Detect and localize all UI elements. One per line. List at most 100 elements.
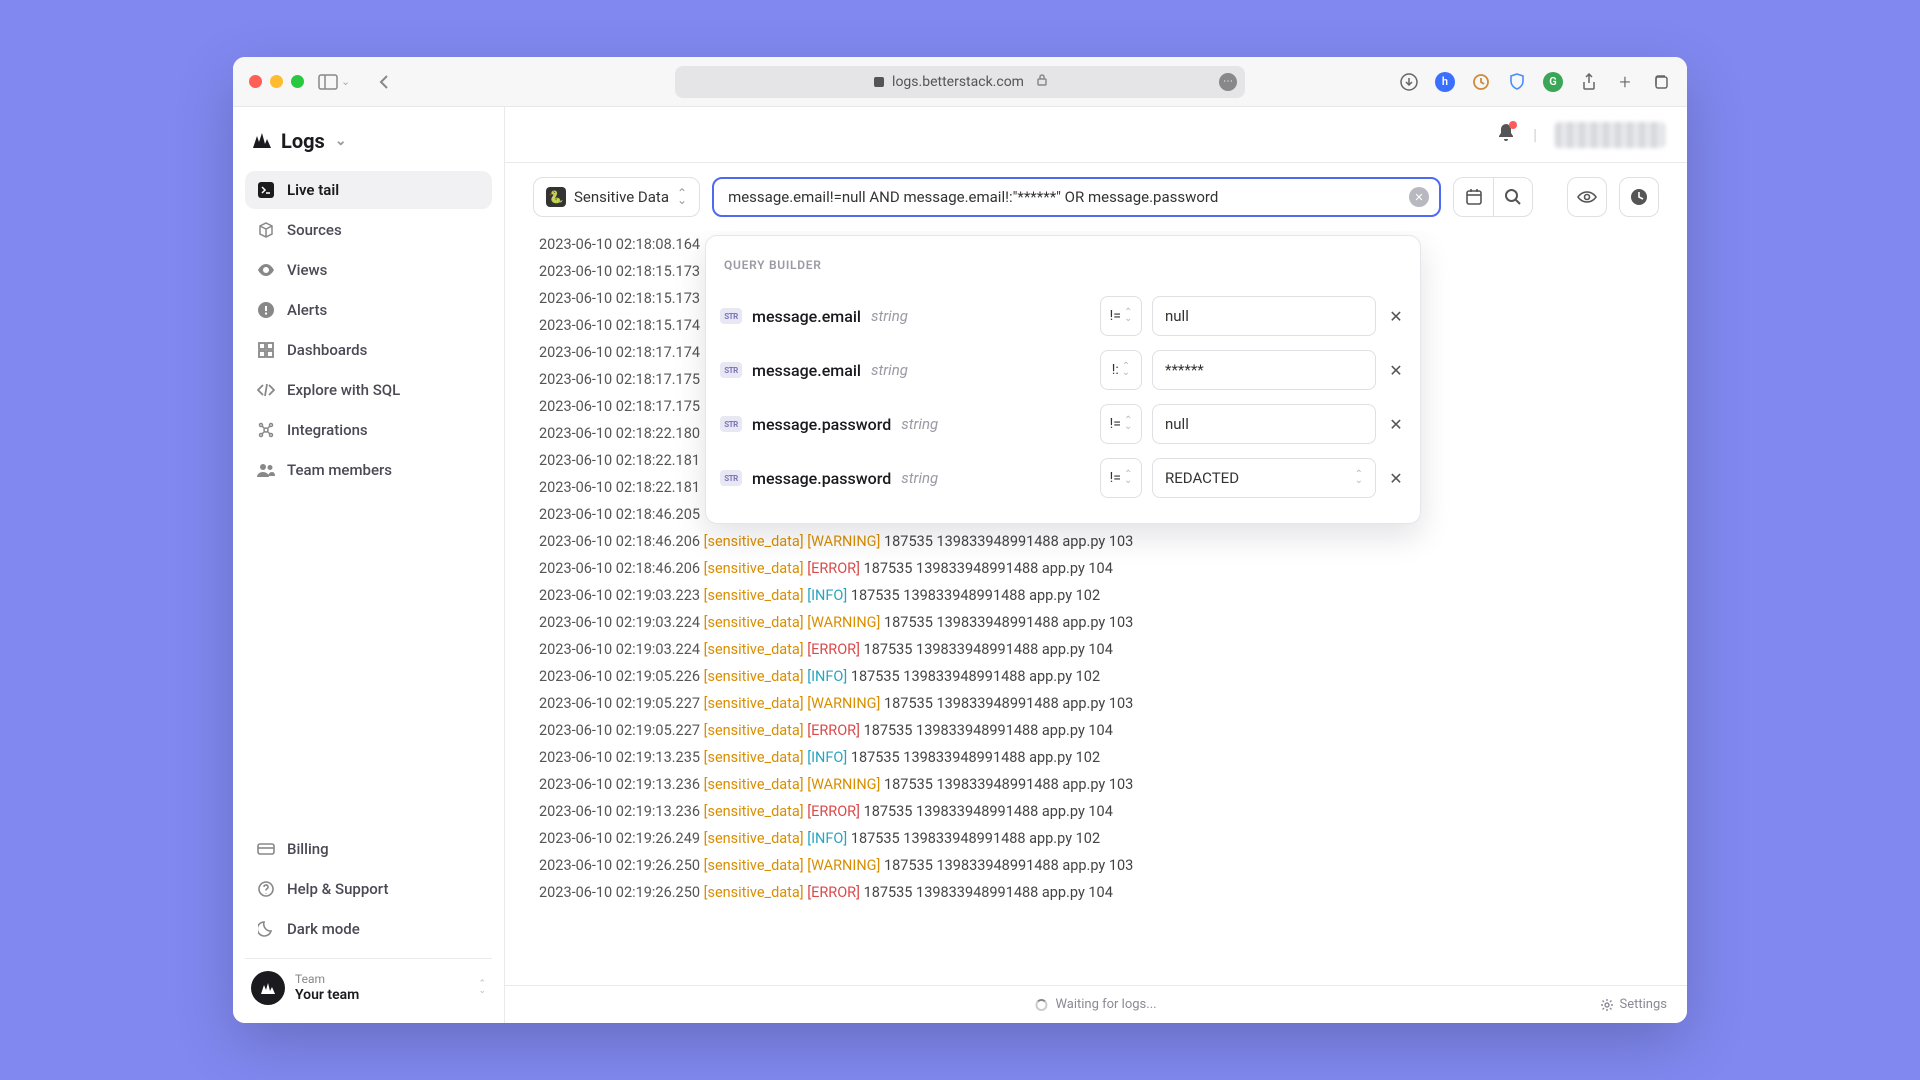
updown-icon: ⌃⌄ xyxy=(677,190,687,204)
new-tab-icon[interactable]: + xyxy=(1615,72,1635,92)
back-button[interactable] xyxy=(378,74,390,90)
sidebar-item-explore-with-sql[interactable]: Explore with SQL xyxy=(245,371,492,409)
sidebar-item-help-support[interactable]: Help & Support xyxy=(245,870,492,908)
sidebar-item-dashboards[interactable]: Dashboards xyxy=(245,331,492,369)
qb-field-name: message.password xyxy=(752,465,891,492)
qb-remove-button[interactable]: ✕ xyxy=(1386,465,1406,492)
settings-label: Settings xyxy=(1620,997,1667,1012)
sidebar-item-alerts[interactable]: Alerts xyxy=(245,291,492,329)
shield-icon[interactable] xyxy=(1507,72,1527,92)
user-menu[interactable] xyxy=(1555,122,1665,148)
nav-label: Dashboards xyxy=(287,341,367,359)
query-toolbar: 🐍 Sensitive Data ⌃⌄ ✕ xyxy=(505,163,1687,231)
extension-honey-icon[interactable]: h xyxy=(1435,72,1455,92)
nav-label: Sources xyxy=(287,221,342,239)
query-builder-row: STR message.password string !=⌃⌄REDACTED⌃⌄… xyxy=(720,451,1406,505)
minimize-window-button[interactable] xyxy=(270,75,283,88)
settings-button[interactable]: Settings xyxy=(1600,997,1667,1012)
qb-operator[interactable]: !=⌃⌄ xyxy=(1100,458,1142,498)
lock-icon xyxy=(1036,73,1048,91)
log-line[interactable]: 2023-06-10 02:19:03.223 [sensitive_data]… xyxy=(539,582,1687,609)
tabs-icon[interactable] xyxy=(1651,72,1671,92)
log-line[interactable]: 2023-06-10 02:19:13.236 [sensitive_data]… xyxy=(539,771,1687,798)
log-line[interactable]: 2023-06-10 02:19:05.227 [sensitive_data]… xyxy=(539,690,1687,717)
log-line[interactable]: 2023-06-10 02:19:05.226 [sensitive_data]… xyxy=(539,663,1687,690)
nav-label: Dark mode xyxy=(287,920,360,938)
qb-remove-button[interactable]: ✕ xyxy=(1386,357,1406,384)
sidebar-bottom: Billing Help & Support Dark mode Team Your… xyxy=(245,830,492,1009)
team-switcher[interactable]: Team Your team ⌃⌄ xyxy=(245,958,492,1009)
app-logo[interactable]: Logs ⌄ xyxy=(245,121,492,171)
topbar: | xyxy=(505,107,1687,163)
log-line[interactable]: 2023-06-10 02:19:03.224 [sensitive_data]… xyxy=(539,609,1687,636)
log-viewer[interactable]: QUERY BUILDER STRmessage.email string!=⌃… xyxy=(505,231,1687,985)
sidebar-item-billing[interactable]: Billing xyxy=(245,830,492,868)
qb-remove-button[interactable]: ✕ xyxy=(1386,411,1406,438)
profile-avatar-icon[interactable]: G xyxy=(1543,72,1563,92)
footer: Waiting for logs... Settings xyxy=(505,985,1687,1023)
close-window-button[interactable] xyxy=(249,75,262,88)
query-input[interactable] xyxy=(728,188,1409,206)
python-icon: 🐍 xyxy=(546,187,566,207)
query-builder-row: STRmessage.email string!=⌃⌄null✕ xyxy=(720,289,1406,343)
nav-label: Alerts xyxy=(287,301,327,319)
nav-label: Explore with SQL xyxy=(287,381,400,399)
nav-label: Billing xyxy=(287,840,329,858)
qb-value-input[interactable]: null xyxy=(1152,404,1376,444)
query-builder-row: STRmessage.email string!:⌃⌄******✕ xyxy=(720,343,1406,397)
code-icon xyxy=(257,383,275,397)
qb-field-type: string xyxy=(901,411,938,438)
sidebar-item-team-members[interactable]: Team members xyxy=(245,451,492,489)
sidebar-item-live-tail[interactable]: Live tail xyxy=(245,171,492,209)
qb-field-name: message.email xyxy=(752,303,861,330)
waiting-text: Waiting for logs... xyxy=(1055,997,1156,1012)
log-line[interactable]: 2023-06-10 02:18:46.206 [sensitive_data]… xyxy=(539,528,1687,555)
page-menu-icon[interactable]: ⋯ xyxy=(1219,73,1237,91)
qb-value-select[interactable]: REDACTED⌃⌄ xyxy=(1152,458,1376,498)
sidebar-item-dark-mode[interactable]: Dark mode xyxy=(245,910,492,948)
sidebar-item-sources[interactable]: Sources xyxy=(245,211,492,249)
sidebar-item-integrations[interactable]: Integrations xyxy=(245,411,492,449)
log-line[interactable]: 2023-06-10 02:19:13.235 [sensitive_data]… xyxy=(539,744,1687,771)
sidebar-toggle-icon[interactable]: ⌄ xyxy=(318,74,350,90)
nav-label: Help & Support xyxy=(287,880,388,898)
log-line[interactable]: 2023-06-10 02:19:26.250 [sensitive_data]… xyxy=(539,852,1687,879)
query-builder-panel: QUERY BUILDER STRmessage.email string!=⌃… xyxy=(705,235,1421,524)
app-window: ⌄ logs.betterstack.com ⋯ h G + xyxy=(233,57,1687,1023)
log-line[interactable]: 2023-06-10 02:19:26.249 [sensitive_data]… xyxy=(539,825,1687,852)
team-label: Team xyxy=(295,972,359,986)
alert-icon xyxy=(257,302,275,318)
sidebar-item-views[interactable]: Views xyxy=(245,251,492,289)
download-icon[interactable] xyxy=(1399,72,1419,92)
log-line[interactable]: 2023-06-10 02:18:46.206 [sensitive_data]… xyxy=(539,555,1687,582)
log-line[interactable]: 2023-06-10 02:19:13.236 [sensitive_data]… xyxy=(539,798,1687,825)
traffic-lights xyxy=(249,75,304,88)
log-line[interactable]: 2023-06-10 02:19:26.250 [sensitive_data]… xyxy=(539,879,1687,906)
date-picker-button[interactable] xyxy=(1453,177,1493,217)
notifications-icon[interactable] xyxy=(1497,123,1515,147)
extension-icon[interactable] xyxy=(1471,72,1491,92)
qb-operator[interactable]: !:⌃⌄ xyxy=(1100,350,1142,390)
clear-query-button[interactable]: ✕ xyxy=(1409,187,1429,207)
search-button[interactable] xyxy=(1493,177,1533,217)
log-line[interactable]: 2023-06-10 02:19:03.224 [sensitive_data]… xyxy=(539,636,1687,663)
qb-operator[interactable]: !=⌃⌄ xyxy=(1100,296,1142,336)
type-badge-icon: STR xyxy=(720,308,742,324)
type-badge-icon: STR xyxy=(720,470,742,486)
integrations-icon xyxy=(257,422,275,438)
moon-icon xyxy=(257,921,275,937)
share-icon[interactable] xyxy=(1579,72,1599,92)
qb-value-input[interactable]: ****** xyxy=(1152,350,1376,390)
qb-field-type: string xyxy=(901,465,938,492)
qb-operator[interactable]: !=⌃⌄ xyxy=(1100,404,1142,444)
visibility-button[interactable] xyxy=(1567,177,1607,217)
qb-remove-button[interactable]: ✕ xyxy=(1386,303,1406,330)
nav-label: Team members xyxy=(287,461,392,479)
log-line[interactable]: 2023-06-10 02:19:05.227 [sensitive_data]… xyxy=(539,717,1687,744)
source-selector[interactable]: 🐍 Sensitive Data ⌃⌄ xyxy=(533,177,700,217)
qb-value-input[interactable]: null xyxy=(1152,296,1376,336)
query-input-wrapper[interactable]: ✕ xyxy=(712,177,1441,217)
time-button[interactable] xyxy=(1619,177,1659,217)
maximize-window-button[interactable] xyxy=(291,75,304,88)
address-bar[interactable]: logs.betterstack.com ⋯ xyxy=(675,66,1245,98)
